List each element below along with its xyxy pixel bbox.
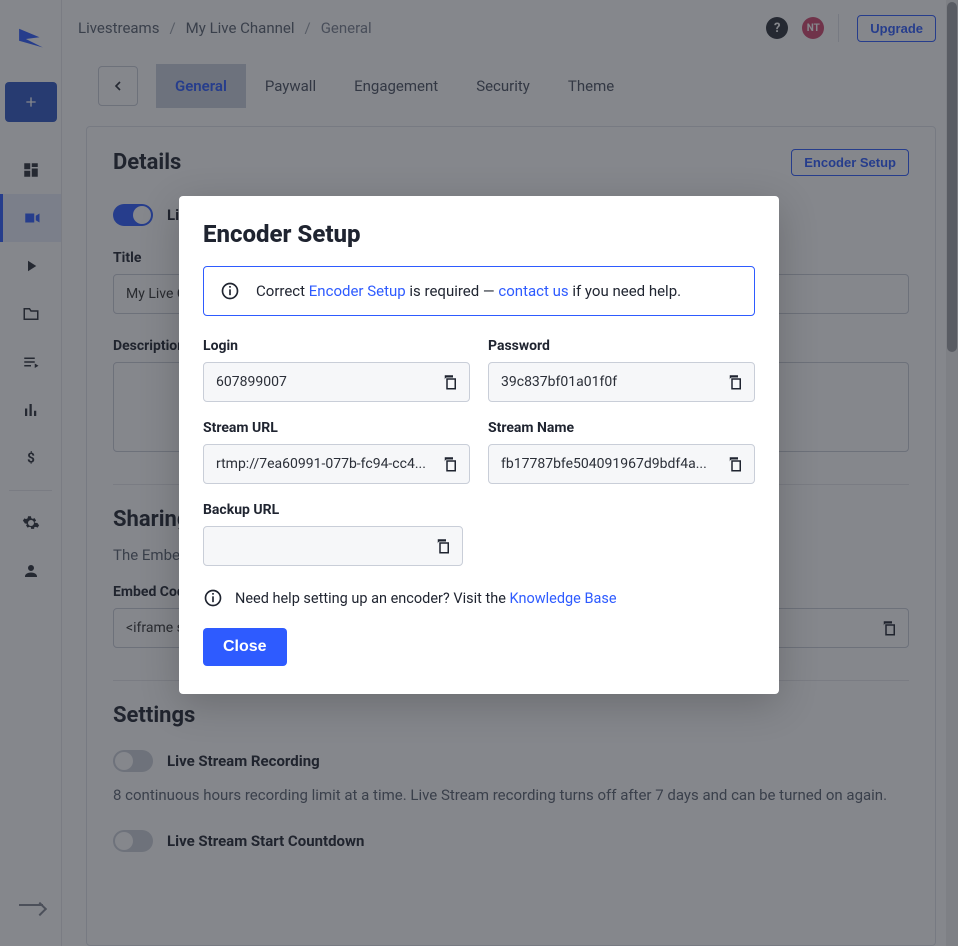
copy-icon[interactable] xyxy=(724,371,746,393)
app-root: $ Livestreams / My Live Channel / Genera… xyxy=(0,0,958,946)
streamname-value: fb17787bfe504091967d9bdf4a... xyxy=(501,456,716,472)
streamname-field[interactable]: fb17787bfe504091967d9bdf4a... xyxy=(488,444,755,484)
password-field[interactable]: 39c837bf01a01f0f xyxy=(488,362,755,402)
login-label: Login xyxy=(203,338,470,354)
notice-pre: Correct xyxy=(256,282,309,300)
modal-overlay[interactable]: Encoder Setup Correct Encoder Setup is r… xyxy=(0,0,958,946)
modal-fields: Login 607899007 Password 39c837bf01a01f0… xyxy=(203,338,755,566)
login-value: 607899007 xyxy=(216,374,431,390)
streamurl-value: rtmp://7ea60991-077b-fc94-cc4... xyxy=(216,456,431,472)
notice-post: if you need help. xyxy=(569,282,681,300)
encoder-setup-link[interactable]: Encoder Setup xyxy=(309,282,406,300)
notice-mid: is required — xyxy=(406,282,499,300)
modal-notice: Correct Encoder Setup is required — cont… xyxy=(203,266,755,316)
help-pre: Need help setting up an encoder? Visit t… xyxy=(235,590,510,607)
copy-icon[interactable] xyxy=(432,535,454,557)
backup-label: Backup URL xyxy=(203,502,463,518)
copy-icon[interactable] xyxy=(724,453,746,475)
password-value: 39c837bf01a01f0f xyxy=(501,374,716,390)
copy-icon[interactable] xyxy=(439,453,461,475)
contact-us-link[interactable]: contact us xyxy=(498,282,568,300)
streamurl-field[interactable]: rtmp://7ea60991-077b-fc94-cc4... xyxy=(203,444,470,484)
modal-help-row: Need help setting up an encoder? Visit t… xyxy=(203,588,755,608)
info-icon xyxy=(203,588,223,608)
backup-field[interactable] xyxy=(203,526,463,566)
notice-text: Correct Encoder Setup is required — cont… xyxy=(256,282,681,300)
modal-title: Encoder Setup xyxy=(203,220,755,248)
login-field[interactable]: 607899007 xyxy=(203,362,470,402)
encoder-setup-modal: Encoder Setup Correct Encoder Setup is r… xyxy=(179,196,779,694)
password-label: Password xyxy=(488,338,755,354)
streamurl-label: Stream URL xyxy=(203,420,470,436)
knowledge-base-link[interactable]: Knowledge Base xyxy=(510,590,617,607)
close-button[interactable]: Close xyxy=(203,628,287,666)
streamname-label: Stream Name xyxy=(488,420,755,436)
info-icon xyxy=(220,281,240,301)
copy-icon[interactable] xyxy=(439,371,461,393)
